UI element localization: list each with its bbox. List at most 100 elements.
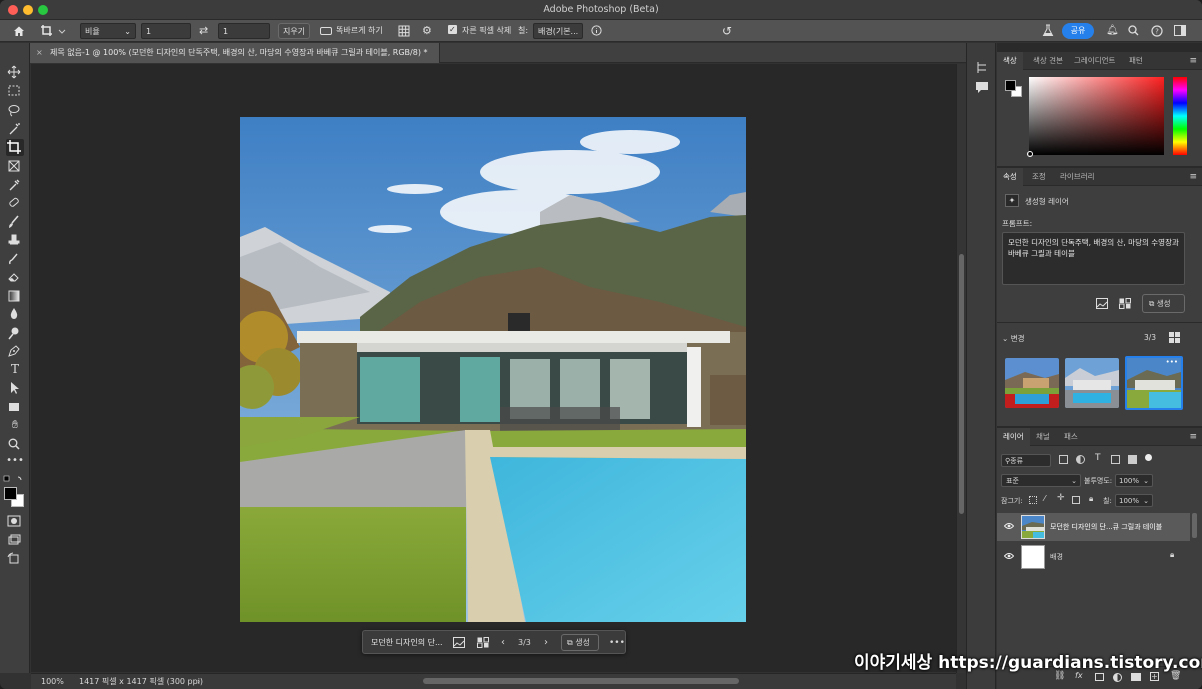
fill-input[interactable]: 100% ⌄ (1115, 494, 1153, 507)
blend-mode-select[interactable]: 표준 ⌄ (1001, 474, 1081, 487)
bell-icon[interactable]: 🔔︎ (1106, 23, 1119, 39)
layer-row-generative[interactable]: 모던한 디자인의 단...큐 그릴과 테이블 (997, 513, 1190, 541)
gradient-tool-icon[interactable] (6, 289, 24, 303)
canvas-area[interactable]: 모던한 디자인의 단... ‹ 3/3 › ⧉ 생성 ••• (31, 64, 956, 672)
filter-type-icon[interactable]: T (1095, 453, 1101, 463)
eye-icon[interactable] (1003, 522, 1015, 532)
filter-adjustment-icon[interactable] (1076, 455, 1085, 464)
ratio-select[interactable]: 비율 ⌄ (80, 23, 136, 39)
path-selection-tool-icon[interactable] (6, 381, 24, 395)
lock-artboard-icon[interactable] (1072, 496, 1080, 504)
straighten-button[interactable]: 똑바르게 하기 (320, 23, 384, 39)
more-options-icon[interactable]: ••• (609, 631, 625, 655)
eye-icon[interactable] (1003, 552, 1015, 562)
tab-properties[interactable]: 속성 (997, 168, 1023, 186)
document-tab[interactable]: × 제목 없음-1 @ 100% (모던한 디자인의 단독주택, 배경의 산, … (30, 43, 440, 63)
hand-tool-icon[interactable]: ✋︎ (6, 418, 24, 432)
height-input[interactable]: 1 (218, 23, 270, 39)
comments-panel-icon[interactable] (975, 81, 989, 96)
layer-row-background[interactable]: 배경 🔒︎ (997, 543, 1190, 571)
zoom-tool-icon[interactable] (6, 437, 24, 451)
layer-mask-icon[interactable] (1095, 673, 1104, 681)
lock-pixels-icon[interactable] (1029, 496, 1037, 504)
variations-grid-icon[interactable] (1119, 298, 1131, 311)
filter-shape-icon[interactable] (1111, 455, 1120, 464)
dodge-tool-icon[interactable] (6, 326, 24, 340)
image-icon[interactable] (1096, 298, 1108, 311)
horizontal-scrollbar[interactable] (423, 678, 739, 684)
gear-icon[interactable]: ⚙ (422, 23, 436, 39)
lock-all-icon[interactable]: 🔒︎ (1089, 494, 1093, 504)
move-tool-icon[interactable] (6, 65, 24, 79)
info-icon[interactable] (591, 23, 603, 39)
filter-pixel-icon[interactable] (1059, 455, 1068, 464)
delete-cropped-checkbox[interactable]: ✓ 자른 픽셀 삭제 (448, 23, 528, 39)
marquee-tool-icon[interactable] (6, 84, 24, 98)
share-button[interactable]: 공유 (1062, 23, 1094, 39)
foreground-color-swatch[interactable] (4, 487, 17, 500)
variation-thumbnail-2[interactable] (1065, 358, 1119, 408)
rotate-view-icon[interactable] (6, 552, 24, 566)
grid-view-icon[interactable] (1169, 332, 1180, 345)
chevron-right-icon[interactable]: › (197, 674, 200, 689)
fill-select[interactable]: 배경(기본... (533, 23, 583, 39)
tab-patterns[interactable]: 패턴 (1123, 52, 1149, 70)
tab-color[interactable]: 색상 (997, 52, 1023, 70)
prompt-preview[interactable]: 모던한 디자인의 단... (371, 631, 443, 655)
zoom-level[interactable]: 100% (41, 674, 64, 689)
variations-header[interactable]: ⌄ 변경 (1002, 333, 1025, 344)
workspace-icon[interactable] (1174, 23, 1188, 39)
panel-menu-icon[interactable]: ≡ (1189, 56, 1197, 66)
generate-button[interactable]: ⧉ 생성 (561, 634, 599, 651)
more-options-icon[interactable]: ••• (1166, 358, 1178, 366)
eyedropper-tool-icon[interactable] (6, 178, 24, 192)
search-icon[interactable] (1128, 23, 1140, 39)
history-brush-tool-icon[interactable] (6, 252, 24, 266)
panel-menu-icon[interactable]: ≡ (1189, 432, 1197, 442)
prev-variation-button[interactable]: ‹ (501, 631, 505, 655)
quick-mask-icon[interactable] (6, 514, 24, 528)
crop-tool-icon[interactable] (6, 139, 24, 156)
lock-brush-icon[interactable]: ⁄ (1044, 494, 1045, 503)
more-tools-icon[interactable]: ••• (6, 456, 24, 470)
panel-menu-icon[interactable]: ≡ (1189, 172, 1197, 182)
healing-brush-tool-icon[interactable] (6, 196, 24, 210)
width-input[interactable]: 1 (141, 23, 191, 39)
new-group-icon[interactable] (1131, 673, 1141, 681)
tab-gradients[interactable]: 그레이디언트 (1068, 52, 1121, 70)
variation-thumbnail-1[interactable] (1005, 358, 1059, 408)
home-icon[interactable] (12, 23, 28, 39)
color-saturation-field[interactable] (1029, 77, 1164, 155)
layer-filter-select[interactable]: ⚲종류 (1001, 454, 1051, 467)
filter-toggle-icon[interactable] (1145, 454, 1152, 461)
clone-stamp-tool-icon[interactable] (6, 233, 24, 247)
crop-tool-preset-icon[interactable] (40, 23, 70, 39)
generate-button[interactable]: ⧉ 생성 (1142, 294, 1185, 313)
tab-paths[interactable]: 패스 (1058, 428, 1084, 446)
tab-adjustments[interactable]: 조정 (1026, 168, 1052, 186)
frame-tool-icon[interactable] (6, 159, 24, 173)
new-layer-icon[interactable]: + (1150, 672, 1159, 681)
rectangle-tool-icon[interactable] (6, 400, 24, 414)
lock-move-icon[interactable]: ✛ (1057, 493, 1065, 503)
tab-swatches[interactable]: 색상 견본 (1027, 52, 1069, 70)
screen-mode-icon[interactable] (6, 533, 24, 547)
brush-tool-icon[interactable] (6, 215, 24, 229)
next-variation-button[interactable]: › (544, 631, 548, 655)
image-icon[interactable] (453, 637, 465, 650)
clear-button[interactable]: 지우기 (278, 23, 310, 39)
pen-tool-icon[interactable] (6, 344, 24, 358)
variations-grid-icon[interactable] (477, 637, 489, 650)
blur-tool-icon[interactable] (6, 307, 24, 321)
opacity-input[interactable]: 100% ⌄ (1115, 474, 1153, 487)
layer-name[interactable]: 배경 (1050, 552, 1063, 562)
filter-smart-object-icon[interactable] (1128, 455, 1137, 464)
history-panel-icon[interactable] (975, 61, 989, 76)
document-info[interactable]: 1417 픽셀 x 1417 픽셀 (300 ppi) (79, 674, 203, 689)
beaker-icon[interactable] (1042, 23, 1056, 39)
close-tab-icon[interactable]: × (36, 43, 43, 63)
color-picker-handle[interactable] (1027, 151, 1033, 157)
type-tool-icon[interactable]: T (6, 362, 24, 376)
prompt-textarea[interactable]: 모던한 디자인의 단독주택, 배경의 산, 마당의 수영장과 바베큐 그릴과 테… (1002, 232, 1185, 285)
hue-slider[interactable] (1173, 77, 1187, 155)
